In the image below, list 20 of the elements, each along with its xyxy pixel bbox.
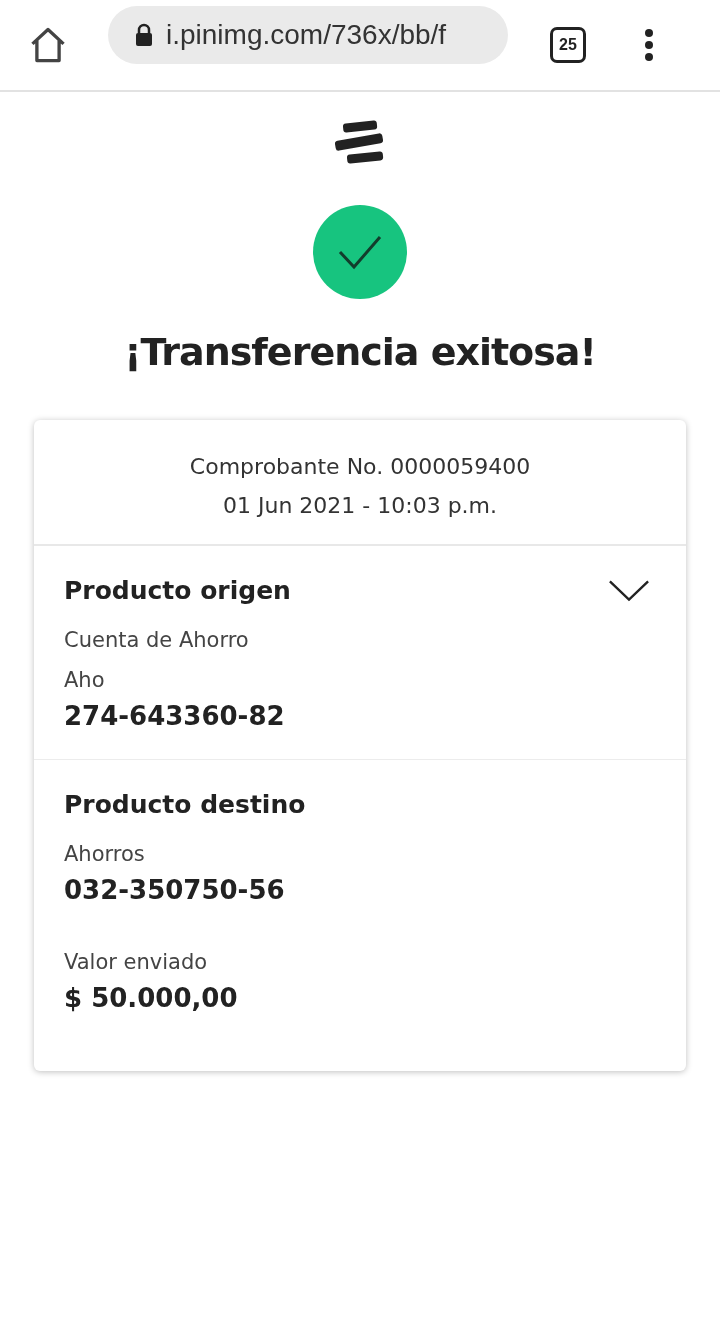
field-label: Ahorros [64,841,146,868]
success-check-icon [312,204,408,300]
field-label: Aho [64,667,106,694]
field-label: Cuenta de Ahorro [64,627,250,654]
receipt-number: Comprobante No. 0000059400 [189,454,531,479]
field-label: Valor enviado [64,949,209,976]
success-title: ¡Transferencia exitosa! [124,330,596,374]
tab-count-button[interactable]: 25 [550,27,586,63]
field-value: 032-350750-56 [64,875,286,905]
menu-icon[interactable] [644,27,654,63]
field-value: 274-643360-82 [64,701,286,731]
home-icon[interactable] [28,25,68,65]
field-value: $ 50.000,00 [64,983,239,1013]
address-bar[interactable]: i.pinimg.com/736x/bb/f [108,6,508,64]
section-title: Producto origen [64,576,291,605]
lock-icon [134,23,154,47]
section-title: Producto destino [64,790,306,819]
url-text: i.pinimg.com/736x/bb/f [166,19,447,51]
chevron-down-icon[interactable] [608,578,650,603]
receipt-datetime: 01 Jun 2021 - 10:03 p.m. [222,493,497,518]
